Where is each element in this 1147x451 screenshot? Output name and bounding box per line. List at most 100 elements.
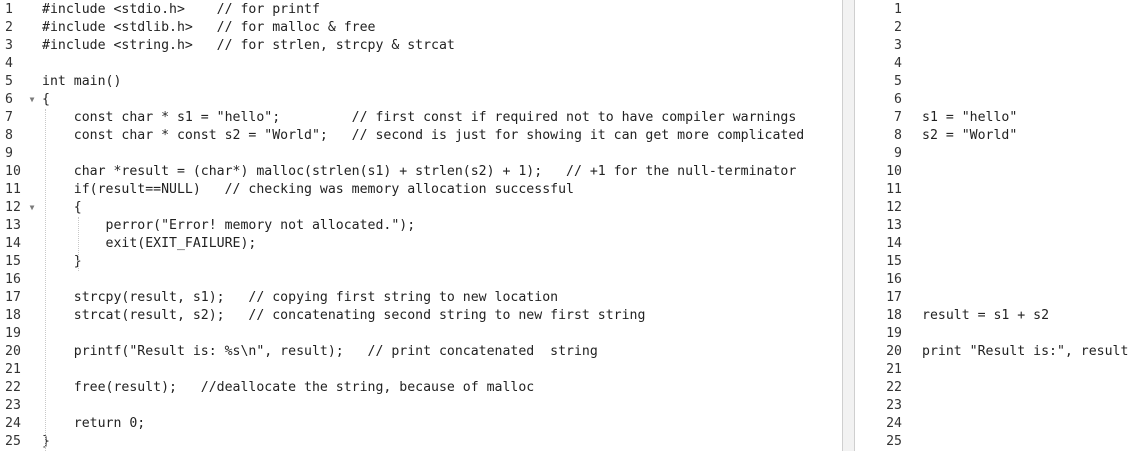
left-code-line[interactable]: 8 const char * const s2 = "World"; // se…	[0, 127, 842, 145]
fold-arrow-icon[interactable]: ▼	[27, 91, 37, 109]
right-code-line[interactable]: 8 s2 = "World"	[855, 127, 1147, 145]
right-code-line[interactable]: 4	[855, 55, 1147, 73]
fold-arrow-icon	[27, 37, 37, 55]
code-text: #include <string.h> // for strlen, strcp…	[42, 38, 455, 53]
fold-arrow-icon	[27, 181, 37, 199]
fold-arrow-icon	[27, 289, 37, 307]
python-code-editor[interactable]: 1 2 3 4 5 6 7 s1 = "hello" 8 s2 = "World" 9 10 11 12 1…	[855, 0, 1147, 451]
left-code-line[interactable]: 10 char *result = (char*) malloc(strlen(…	[0, 163, 842, 181]
right-code-line[interactable]: 19	[855, 325, 1147, 343]
code-text: #include <stdlib.h> // for malloc & free	[42, 20, 376, 35]
right-code-line[interactable]: 9	[855, 145, 1147, 163]
left-code-line[interactable]: 21	[0, 361, 842, 379]
fold-arrow-icon	[27, 1, 37, 19]
code-text: strcat(result, s2); // concatenating sec…	[42, 308, 646, 323]
line-number: 15	[886, 254, 902, 269]
right-code-line[interactable]: 10	[855, 163, 1147, 181]
right-code-line[interactable]: 18 result = s1 + s2	[855, 307, 1147, 325]
c-code-editor[interactable]: 1 #include <stdio.h> // for printf 2 #inclu…	[0, 0, 842, 451]
fold-arrow-icon	[27, 307, 37, 325]
line-number: 6	[894, 92, 902, 107]
fold-arrow-icon	[27, 253, 37, 271]
line-number: 25	[886, 434, 902, 449]
left-code-line[interactable]: 12 ▼ {	[0, 199, 842, 217]
line-number: 8	[894, 128, 902, 143]
left-code-line[interactable]: 20 printf("Result is: %s\n", result); //…	[0, 343, 842, 361]
left-code-line[interactable]: 9	[0, 145, 842, 163]
line-number: 22	[886, 380, 902, 395]
right-code-line[interactable]: 16	[855, 271, 1147, 289]
right-code-line[interactable]: 14	[855, 235, 1147, 253]
right-code-line[interactable]: 2	[855, 19, 1147, 37]
left-code-line[interactable]: 3 #include <string.h> // for strlen, strc…	[0, 37, 842, 55]
right-code-line[interactable]: 11	[855, 181, 1147, 199]
right-code-line[interactable]: 24	[855, 415, 1147, 433]
left-code-line[interactable]: 7 const char * s1 = "hello"; // first co…	[0, 109, 842, 127]
line-number: 17	[886, 290, 902, 305]
code-comparison-screen: 1 #include <stdio.h> // for printf 2 #inclu…	[0, 0, 1147, 451]
left-code-line[interactable]: 14 exit(EXIT_FAILURE);	[0, 235, 842, 253]
left-code-line[interactable]: 4	[0, 55, 842, 73]
code-text: s2 = "World"	[922, 128, 1018, 143]
right-code-line[interactable]: 1	[855, 1, 1147, 19]
line-number: 19	[886, 326, 902, 341]
left-code-line[interactable]: 25}	[0, 433, 842, 451]
right-code-line[interactable]: 12	[855, 199, 1147, 217]
right-code-line[interactable]: 13	[855, 217, 1147, 235]
right-code-line[interactable]: 17	[855, 289, 1147, 307]
line-number: 7	[894, 110, 902, 125]
right-code-line[interactable]: 21	[855, 361, 1147, 379]
right-code-line[interactable]: 6	[855, 91, 1147, 109]
left-code-line[interactable]: 19	[0, 325, 842, 343]
line-number: 9	[894, 146, 902, 161]
right-code-line[interactable]: 5	[855, 73, 1147, 91]
right-code-line[interactable]: 15	[855, 253, 1147, 271]
code-text: {	[42, 92, 50, 107]
left-code-line[interactable]: 24 return 0;	[0, 415, 842, 433]
line-number: 21	[886, 362, 902, 377]
line-number: 12	[886, 200, 902, 215]
code-text: char *result = (char*) malloc(strlen(s1)…	[42, 164, 797, 179]
left-code-line[interactable]: 17 strcpy(result, s1); // copying first …	[0, 289, 842, 307]
right-code-line[interactable]: 7 s1 = "hello"	[855, 109, 1147, 127]
left-code-line[interactable]: 11 if(result==NULL) // checking was memo…	[0, 181, 842, 199]
code-text: {	[42, 200, 82, 215]
code-text: exit(EXIT_FAILURE);	[42, 236, 257, 251]
fold-arrow-icon	[27, 271, 37, 289]
right-code-line[interactable]: 23	[855, 397, 1147, 415]
fold-arrow-icon	[27, 415, 37, 433]
left-code-line[interactable]: 22 free(result); //deallocate the string…	[0, 379, 842, 397]
line-number: 23	[886, 398, 902, 413]
line-number: 13	[886, 218, 902, 233]
left-code-line[interactable]: 5 int main()	[0, 73, 842, 91]
code-text: print "Result is:", result	[922, 344, 1129, 359]
left-code-line[interactable]: 18 strcat(result, s2); // concatenating …	[0, 307, 842, 325]
left-code-line[interactable]: 23	[0, 397, 842, 415]
code-text: return 0;	[42, 416, 146, 431]
code-text: free(result); //deallocate the string, b…	[42, 380, 535, 395]
left-code-line[interactable]: 2 #include <stdlib.h> // for malloc & fre…	[0, 19, 842, 37]
right-code-line[interactable]: 25	[855, 433, 1147, 451]
code-text: #include <stdio.h> // for printf	[42, 2, 320, 17]
line-number: 4	[894, 56, 902, 71]
pane-splitter[interactable]	[842, 0, 855, 451]
right-code-line[interactable]: 22	[855, 379, 1147, 397]
fold-arrow-icon	[27, 55, 37, 73]
fold-arrow-icon[interactable]: ▼	[27, 199, 37, 217]
left-code-line[interactable]: 6 ▼{	[0, 91, 842, 109]
left-code-line[interactable]: 1 #include <stdio.h> // for printf	[0, 1, 842, 19]
line-number: 3	[894, 38, 902, 53]
right-code-line[interactable]: 20 print "Result is:", result	[855, 343, 1147, 361]
code-text: if(result==NULL) // checking was memory …	[42, 182, 574, 197]
left-code-line[interactable]: 16	[0, 271, 842, 289]
line-number: 5	[894, 74, 902, 89]
line-number: 1	[894, 2, 902, 17]
right-code-line[interactable]: 3	[855, 37, 1147, 55]
left-code-line[interactable]: 15 }	[0, 253, 842, 271]
line-number: 10	[886, 164, 902, 179]
left-code-line[interactable]: 13 perror("Error! memory not allocated."…	[0, 217, 842, 235]
line-number: 18	[886, 308, 902, 323]
line-number: 11	[886, 182, 902, 197]
indent-guide	[78, 217, 79, 271]
line-number: 24	[886, 416, 902, 431]
